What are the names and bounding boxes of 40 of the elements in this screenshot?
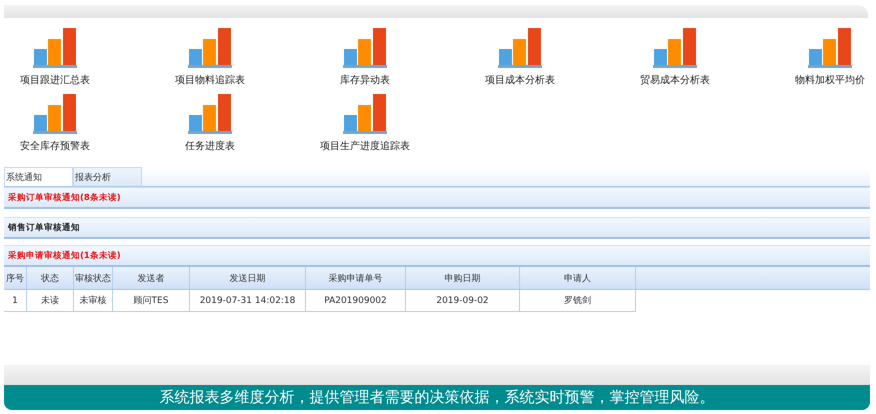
report-link[interactable]: 项目物料追踪表 — [175, 73, 245, 87]
column-header: 发送者 — [113, 267, 190, 289]
bar-chart-icon — [497, 27, 543, 69]
caption-banner: 系统报表多维度分析，提供管理者需要的决策依据，系统实时预警，掌控管理风险。 — [4, 385, 870, 410]
bar-chart-icon — [32, 27, 78, 69]
table-cell: 顾问TES — [113, 290, 190, 312]
notice-header[interactable]: 采购订单审核通知(8条未读) — [4, 187, 870, 209]
table-cell: 罗铣剑 — [520, 290, 636, 312]
report-link[interactable]: 贸易成本分析表 — [640, 73, 710, 87]
column-header: 采购申请单号 — [306, 267, 406, 289]
table-cell: PA201909002 — [306, 290, 406, 312]
table-cell: 未审核 — [74, 290, 113, 312]
tab[interactable]: 系统通知 — [4, 167, 73, 186]
report-link[interactable]: 项目成本分析表 — [485, 73, 555, 87]
bar-chart-icon — [342, 27, 388, 69]
column-header: 发送日期 — [190, 267, 306, 289]
bar-chart-icon — [342, 93, 388, 135]
bar-chart-icon — [187, 93, 233, 135]
report-link[interactable]: 安全库存预警表 — [20, 139, 90, 153]
column-header: 申购日期 — [406, 267, 520, 289]
bar-chart-icon — [187, 27, 233, 69]
table-cell: 2019-09-02 — [406, 290, 520, 312]
bar-chart-icon — [32, 93, 78, 135]
report-link[interactable]: 项目生产进度追踪表 — [320, 139, 410, 153]
tab[interactable]: 报表分析 — [73, 167, 142, 186]
bar-chart-icon — [807, 27, 853, 69]
report-link[interactable]: 库存异动表 — [340, 73, 390, 87]
table-cell: 1 — [4, 290, 27, 312]
bar-chart-icon — [652, 27, 698, 69]
report-link[interactable]: 任务进度表 — [185, 139, 235, 153]
notice-header[interactable]: 销售订单审核通知 — [4, 217, 870, 239]
column-header: 申请人 — [520, 267, 636, 289]
column-header: 状态 — [27, 267, 74, 289]
report-link[interactable]: 物料加权平均价 — [795, 73, 865, 87]
column-header: 序号 — [4, 267, 27, 289]
table-cell: 未读 — [27, 290, 74, 312]
notice-header[interactable]: 采购申请审核通知(1条未读) — [4, 245, 870, 267]
table-cell: 2019-07-31 14:02:18 — [190, 290, 306, 312]
report-link[interactable]: 项目跟进汇总表 — [20, 73, 90, 87]
column-header: 审核状态 — [74, 267, 113, 289]
